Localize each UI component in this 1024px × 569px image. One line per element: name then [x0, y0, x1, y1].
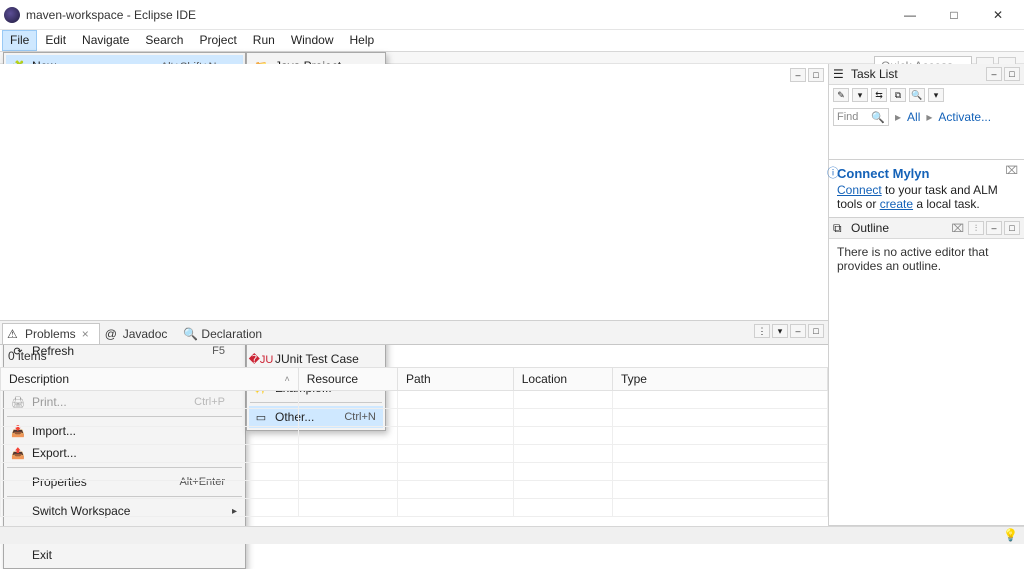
- editor-maximize-button[interactable]: □: [808, 68, 824, 82]
- outline-minimize-button[interactable]: –: [986, 221, 1002, 235]
- title-bar: maven-workspace - Eclipse IDE — □ ✕: [0, 0, 1024, 30]
- menu-bar: File Edit Navigate Search Project Run Wi…: [0, 30, 1024, 52]
- tasklist-minimize-button[interactable]: –: [986, 67, 1002, 81]
- problems-icon: ⚠: [7, 327, 21, 341]
- tasklist-tool-2[interactable]: ▾: [852, 88, 868, 102]
- col-description[interactable]: Description˄: [1, 368, 299, 391]
- menu-edit[interactable]: Edit: [37, 30, 74, 51]
- table-row: [1, 463, 828, 481]
- mylyn-connect-link[interactable]: Connect: [837, 183, 882, 197]
- task-list-title: Task List: [851, 67, 982, 81]
- table-row: [1, 427, 828, 445]
- status-bar: 💡: [0, 526, 1024, 544]
- window-title: maven-workspace - Eclipse IDE: [26, 8, 196, 22]
- javadoc-icon: @: [105, 327, 119, 341]
- file-menu-exit[interactable]: Exit: [6, 544, 243, 566]
- sort-caret-icon: ˄: [284, 374, 289, 384]
- col-path[interactable]: Path: [397, 368, 513, 391]
- tasklist-tool-6[interactable]: ▾: [928, 88, 944, 102]
- table-row: [1, 409, 828, 427]
- window-maximize-button[interactable]: □: [932, 0, 976, 30]
- view-minimize-button[interactable]: –: [790, 324, 806, 338]
- menu-file[interactable]: File: [2, 30, 37, 51]
- table-row: [1, 481, 828, 499]
- menu-window[interactable]: Window: [283, 30, 342, 51]
- window-minimize-button[interactable]: —: [888, 0, 932, 30]
- outline-view: ⧉ Outline ⌧ ⫶ – □ There is no active edi…: [829, 218, 1024, 526]
- table-row: [1, 445, 828, 463]
- tasklist-all-link[interactable]: All: [907, 110, 920, 124]
- mylyn-create-link[interactable]: create: [880, 197, 913, 211]
- outline-tool-1[interactable]: ⫶: [968, 221, 984, 235]
- task-list-view: ☰ Task List – □ ✎ ▾ ⇆ ⧉ 🔍 ▾ Find🔍 ▸ All …: [829, 64, 1024, 160]
- col-location[interactable]: Location: [513, 368, 612, 391]
- tasklist-activate-link[interactable]: Activate...: [938, 110, 991, 124]
- tab-javadoc[interactable]: @ Javadoc: [100, 323, 179, 344]
- menu-help[interactable]: Help: [342, 30, 383, 51]
- tasklist-tool-4[interactable]: ⧉: [890, 88, 906, 102]
- info-icon: ⓘ: [827, 164, 839, 181]
- menu-search[interactable]: Search: [137, 30, 191, 51]
- menu-navigate[interactable]: Navigate: [74, 30, 137, 51]
- tasklist-tool-1[interactable]: ✎: [833, 88, 849, 102]
- view-dropdown-button[interactable]: ▾: [772, 324, 788, 338]
- window-close-button[interactable]: ✕: [976, 0, 1020, 30]
- tasklist-tool-3[interactable]: ⇆: [871, 88, 887, 102]
- tab-declaration[interactable]: 🔍 Declaration: [178, 323, 273, 344]
- tasklist-tool-5[interactable]: 🔍: [909, 88, 925, 102]
- table-row: [1, 499, 828, 517]
- mylyn-close-icon[interactable]: ⌧: [1005, 164, 1018, 177]
- outline-maximize-button[interactable]: □: [1004, 221, 1020, 235]
- outline-icon: ⧉: [833, 221, 847, 235]
- bottom-views: ⚠ Problems× @ Javadoc 🔍 Declaration ⋮ ▾ …: [0, 321, 828, 526]
- outline-title: Outline: [851, 221, 947, 235]
- editor-area: – □: [0, 64, 828, 321]
- col-type[interactable]: Type: [612, 368, 827, 391]
- tab-close-icon[interactable]: ×: [82, 327, 89, 341]
- tasklist-maximize-button[interactable]: □: [1004, 67, 1020, 81]
- editor-minimize-button[interactable]: –: [790, 68, 806, 82]
- col-resource[interactable]: Resource: [298, 368, 397, 391]
- menu-project[interactable]: Project: [191, 30, 244, 51]
- view-menu-button[interactable]: ⋮: [754, 324, 770, 338]
- task-list-icon: ☰: [833, 67, 847, 81]
- problems-table: Description˄ Resource Path Location Type: [0, 367, 828, 517]
- declaration-icon: 🔍: [183, 327, 197, 341]
- outline-empty-text: There is no active editor that provides …: [829, 239, 1024, 279]
- problems-count: 0 items: [0, 345, 828, 367]
- menu-run[interactable]: Run: [245, 30, 283, 51]
- table-row: [1, 391, 828, 409]
- view-maximize-button[interactable]: □: [808, 324, 824, 338]
- tip-bulb-icon[interactable]: 💡: [1003, 528, 1018, 542]
- tab-problems[interactable]: ⚠ Problems×: [2, 323, 100, 344]
- mylyn-title: Connect Mylyn: [837, 166, 1016, 181]
- eclipse-app-icon: [4, 7, 20, 23]
- connect-mylyn-panel: ⓘ ⌧ Connect Mylyn Connect to your task a…: [829, 160, 1024, 218]
- tasklist-find-input[interactable]: Find🔍: [833, 108, 889, 126]
